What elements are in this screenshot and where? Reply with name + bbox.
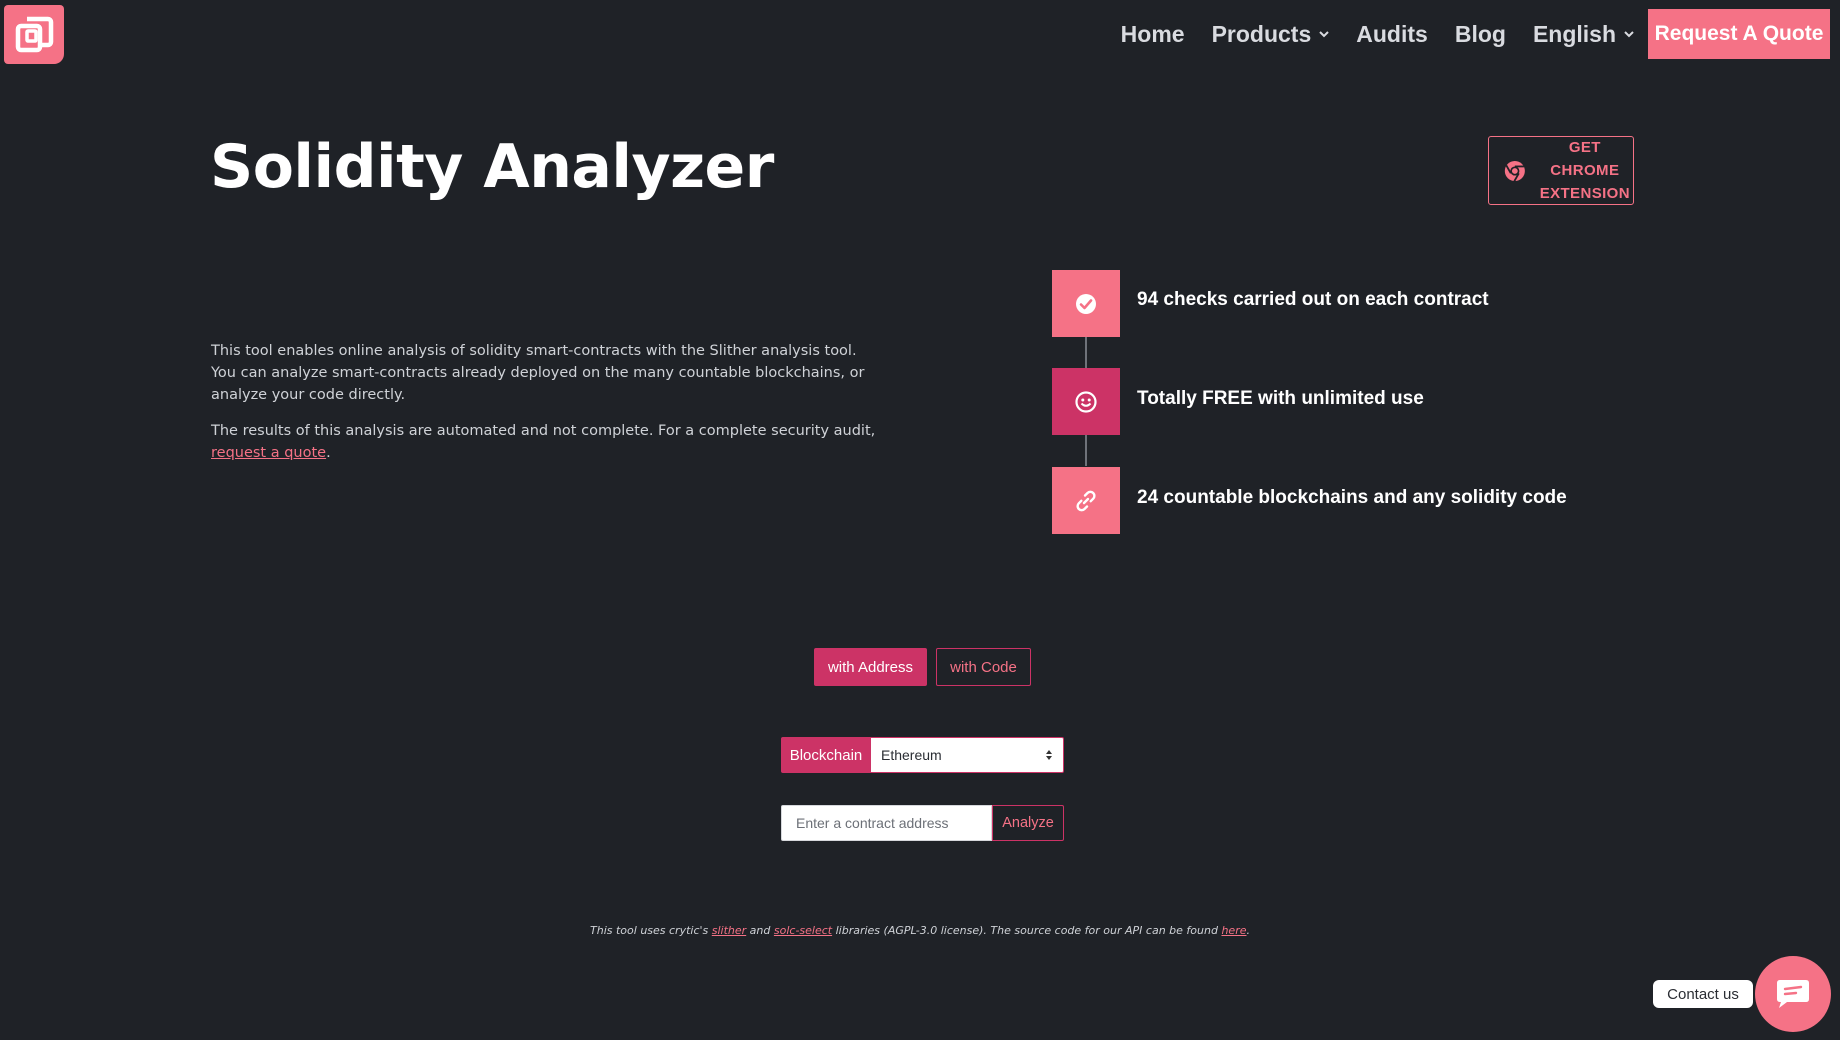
footer-note: This tool uses crytic's slither and solc… — [590, 924, 1250, 937]
link-icon — [1076, 490, 1096, 511]
nav-home[interactable]: Home — [1121, 21, 1185, 48]
tab-with-address[interactable]: with Address — [814, 648, 927, 686]
source-code-link[interactable]: here — [1221, 924, 1246, 937]
feature-icon-box — [1052, 467, 1120, 534]
chat-bubble-icon — [1777, 980, 1809, 1008]
blockchain-selected-value: Ethereum — [881, 747, 942, 763]
nav-products[interactable]: Products — [1212, 21, 1330, 48]
overlapping-squares-logo-icon — [15, 16, 54, 52]
chrome-button-label: GET CHROME EXTENSION — [1539, 139, 1630, 202]
feature-icon-box — [1052, 270, 1120, 337]
solc-select-link[interactable]: solc-select — [774, 924, 832, 937]
nav-language[interactable]: English — [1533, 21, 1634, 48]
analyze-button[interactable]: Analyze — [992, 805, 1064, 841]
tab-with-code[interactable]: with Code — [936, 648, 1031, 686]
page-title: Solidity Analyzer — [210, 132, 774, 202]
blockchain-select[interactable]: Ethereum — [871, 737, 1064, 773]
slither-link[interactable]: slither — [712, 924, 746, 937]
contact-chat-button[interactable] — [1755, 956, 1831, 1032]
main-nav: Home Products Audits Blog English Reques… — [1094, 9, 1830, 59]
tool-description: This tool enables online analysis of sol… — [211, 340, 881, 478]
request-quote-button[interactable]: Request A Quote — [1648, 9, 1830, 59]
feature-text: 24 countable blockchains and any solidit… — [1137, 487, 1567, 508]
site-logo[interactable] — [4, 5, 64, 64]
contract-address-input[interactable] — [781, 805, 992, 841]
description-paragraph: The results of this analysis are automat… — [211, 423, 876, 461]
contact-us-label[interactable]: Contact us — [1653, 980, 1753, 1008]
chevron-down-icon — [1319, 30, 1329, 38]
nav-blog[interactable]: Blog — [1455, 21, 1506, 48]
address-input-group: Analyze — [781, 805, 1064, 841]
check-circle-icon — [1076, 293, 1096, 314]
get-chrome-extension-button[interactable]: GET CHROME EXTENSION — [1488, 136, 1634, 205]
chevron-down-icon — [1624, 30, 1634, 38]
feature-text: Totally FREE with unlimited use — [1137, 388, 1424, 409]
blockchain-select-group: Blockchain Ethereum — [781, 737, 1064, 773]
feature-icon-box — [1052, 368, 1120, 435]
description-paragraph: This tool enables online analysis of sol… — [211, 343, 865, 403]
feature-text: 94 checks carried out on each contract — [1137, 289, 1489, 310]
select-arrows-icon — [1046, 750, 1052, 760]
smiley-icon — [1075, 390, 1097, 413]
blockchain-label: Blockchain — [781, 737, 871, 773]
nav-audits[interactable]: Audits — [1356, 21, 1428, 48]
chrome-icon — [1504, 160, 1525, 182]
request-quote-link[interactable]: request a quote — [211, 445, 326, 461]
